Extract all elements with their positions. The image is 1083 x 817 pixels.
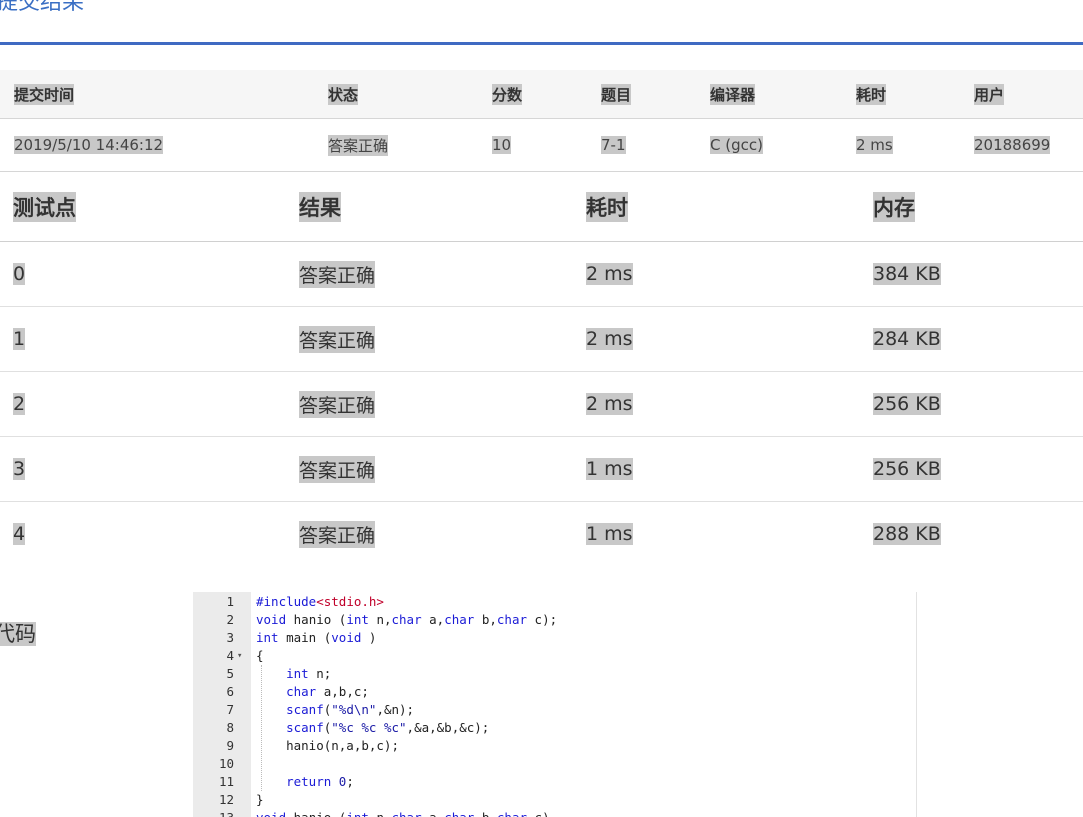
testcase-id: 0	[13, 263, 26, 285]
line-number: 5	[226, 666, 234, 681]
testcase-time: 1 ms	[586, 458, 633, 480]
testcase-id: 1	[13, 328, 26, 350]
code-line: 2 void hanio (int n,char a,char b,char c)…	[193, 611, 916, 629]
code-line: 6 char a,b,c;	[193, 683, 916, 701]
header-score: 分数	[492, 83, 523, 105]
testcase-result: 答案正确	[299, 260, 376, 288]
testcase-time: 2 ms	[586, 393, 633, 415]
code-text: int main (void )	[256, 630, 377, 645]
testcase-id: 4	[13, 523, 26, 545]
code-text: scanf("%d\n",&n);	[286, 702, 415, 717]
indent-guide	[261, 665, 262, 791]
testcase-memory: 256 KB	[873, 393, 941, 415]
testcase-row: 2 答案正确 2 ms 256 KB	[0, 372, 1083, 437]
code-line: 4 ▾ {	[193, 647, 916, 665]
testcase-id: 2	[13, 393, 26, 415]
line-number: 1	[226, 594, 234, 609]
testcase-result: 答案正确	[299, 325, 376, 353]
code-line: 13 void hanio (int n,char a,char b,char c…	[193, 809, 916, 817]
code-text: void hanio (int n,char a,char b,char c);	[256, 612, 558, 627]
testcase-memory: 384 KB	[873, 263, 941, 285]
page-title: 提交结果	[0, 0, 85, 15]
testcase-memory: 288 KB	[873, 523, 941, 545]
header-memory: 内存	[873, 191, 915, 222]
testcase-row: 0 答案正确 2 ms 384 KB	[0, 242, 1083, 307]
code-label: 代码	[0, 618, 36, 648]
code-line: 12}	[193, 791, 916, 809]
testcase-result: 答案正确	[299, 520, 376, 548]
line-number: 4	[226, 648, 234, 663]
testcase-result: 答案正确	[299, 390, 376, 418]
line-number: 11	[218, 774, 234, 789]
code-text: hanio(n,a,b,c);	[256, 738, 399, 753]
testcase-id: 3	[13, 458, 26, 480]
code-text: }	[256, 792, 264, 807]
code-editor[interactable]: 1 #include<stdio.h> 2 void hanio (int n,cha…	[193, 592, 917, 817]
code-text: #include<stdio.h>	[256, 594, 384, 609]
testcase-table-header: 测试点 结果 耗时 内存	[0, 172, 1083, 242]
title-divider	[0, 42, 1083, 45]
header-problem: 题目	[601, 83, 632, 105]
time-value: 2 ms	[856, 136, 893, 154]
code-line: 9 hanio(n,a,b,c);	[193, 737, 916, 755]
submission-row: 2019/5/10 14:46:12 答案正确 10 7-1 C (gcc) 2…	[0, 119, 1083, 172]
line-number: 2	[226, 612, 234, 627]
testcase-time: 1 ms	[586, 523, 633, 545]
header-user: 用户	[974, 83, 1005, 105]
problem-link[interactable]: 7-1	[601, 136, 626, 154]
testcase-memory: 284 KB	[873, 328, 941, 350]
testcase-memory: 256 KB	[873, 458, 941, 480]
header-status: 状态	[328, 83, 359, 105]
code-text: {	[256, 648, 264, 663]
status-value: 答案正确	[328, 134, 389, 156]
compiler-value: C (gcc)	[710, 136, 763, 154]
header-result: 结果	[299, 191, 341, 222]
code-line: 1 #include<stdio.h>	[193, 593, 916, 611]
code-line: 11 return 0;	[193, 773, 916, 791]
fold-arrow-icon[interactable]: ▾	[237, 647, 242, 665]
line-number: 13	[193, 809, 234, 817]
header-tc-time: 耗时	[586, 191, 628, 222]
line-number: 8	[226, 720, 234, 735]
code-text: char a,b,c;	[286, 684, 369, 699]
submit-time-value: 2019/5/10 14:46:12	[14, 136, 164, 154]
user-link[interactable]: 20188699	[974, 136, 1051, 154]
line-number: 9	[226, 738, 234, 753]
code-text: return 0;	[286, 774, 354, 789]
testcase-row: 1 答案正确 2 ms 284 KB	[0, 307, 1083, 372]
header-testcase: 测试点	[13, 191, 76, 222]
code-text: scanf("%c %c %c",&a,&b,&c);	[286, 720, 490, 735]
code-line: 5 int n;	[193, 665, 916, 683]
code-line: 10	[193, 755, 916, 773]
code-line: 8 scanf("%c %c %c",&a,&b,&c);	[193, 719, 916, 737]
testcase-result: 答案正确	[299, 455, 376, 483]
header-submit-time: 提交时间	[14, 83, 75, 105]
code-text: int n;	[286, 666, 332, 681]
testcase-time: 2 ms	[586, 263, 633, 285]
code-line: 7 scanf("%d\n",&n);	[193, 701, 916, 719]
header-time: 耗时	[856, 83, 887, 105]
line-number: 7	[226, 702, 234, 717]
line-number: 10	[218, 756, 234, 771]
testcase-row: 4 答案正确 1 ms 288 KB	[0, 502, 1083, 566]
code-line: 3 int main (void )	[193, 629, 916, 647]
line-number: 6	[226, 684, 234, 699]
submission-table-header: 提交时间 状态 分数 题目 编译器 耗时 用户	[0, 70, 1083, 119]
testcase-row: 3 答案正确 1 ms 256 KB	[0, 437, 1083, 502]
header-compiler: 编译器	[710, 83, 756, 105]
testcase-time: 2 ms	[586, 328, 633, 350]
code-text: void hanio (int n,char a,char b,char c)	[256, 809, 550, 817]
score-value: 10	[492, 136, 512, 154]
line-number: 12	[218, 792, 234, 807]
line-number: 3	[226, 630, 234, 645]
